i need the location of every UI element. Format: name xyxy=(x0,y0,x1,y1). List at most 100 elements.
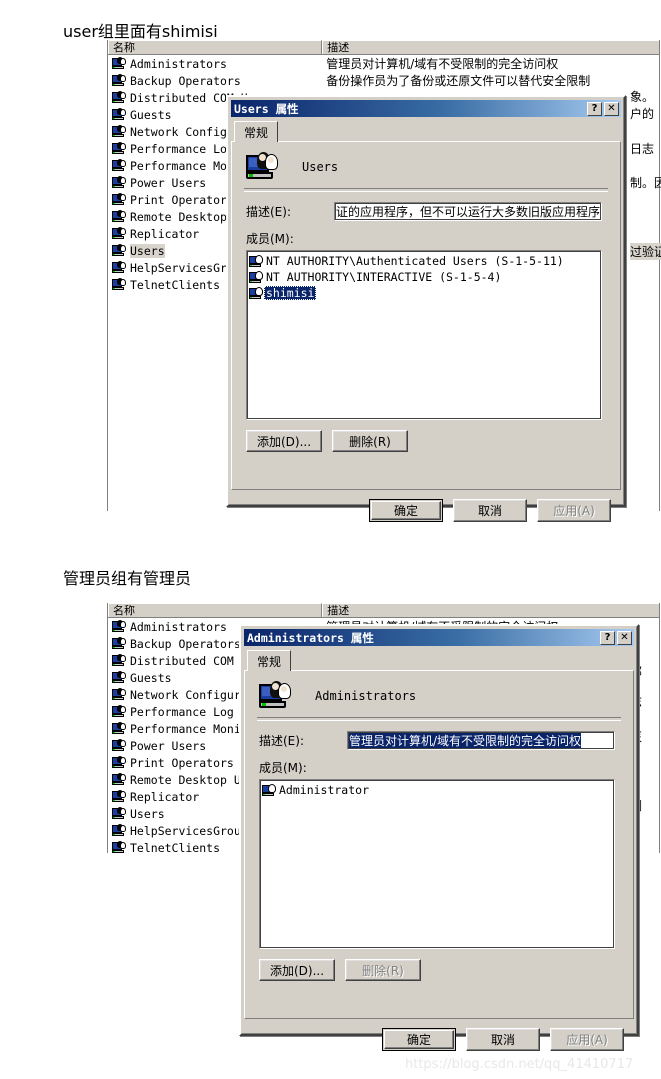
dialog-footer-1: 确定 取消 应用(A) xyxy=(231,490,621,522)
column-header-description-2[interactable]: 描述 xyxy=(322,603,659,617)
administrators-properties-dialog[interactable]: Administrators 属性 ? ✕ 常规 Administrators … xyxy=(239,624,639,1051)
group-icon xyxy=(246,152,280,182)
group-description-cell: 管理员对计算机/域有不受限制的完全访问权 xyxy=(326,57,559,71)
background-description-fragment: 制。因 xyxy=(630,176,661,190)
group-name-text: Power Users xyxy=(130,738,207,753)
member-list-item[interactable]: Administrator xyxy=(262,782,614,798)
user-icon xyxy=(249,270,264,284)
group-name-label-1: Users xyxy=(302,160,339,174)
dialog-title-suffix-2: 属性 xyxy=(350,630,374,645)
member-list-item[interactable]: NT AUTHORITY\Authenticated Users (S-1-5-… xyxy=(249,253,601,269)
member-name: Administrator xyxy=(279,783,370,797)
remove-member-button-1[interactable]: 删除(R) xyxy=(332,430,408,452)
apply-button-1: 应用(A) xyxy=(537,499,611,522)
column-header-name[interactable]: 名称 xyxy=(108,40,323,54)
members-listbox-1[interactable]: NT AUTHORITY\Authenticated Users (S-1-5-… xyxy=(246,250,602,420)
users-properties-dialog[interactable]: Users 属性 ? ✕ 常规 Users 描述(E): 证的应用程序，但不可以… xyxy=(226,95,626,522)
column-header-name-2[interactable]: 名称 xyxy=(108,603,323,617)
group-icon xyxy=(112,142,127,155)
members-label-1: 成员(M): xyxy=(246,232,294,246)
group-name-label-2: Administrators xyxy=(315,689,417,703)
group-name-text: TelnetClients xyxy=(130,840,221,855)
dialog-title-name-2: Administrators xyxy=(247,630,344,645)
group-name-text: Print Operators xyxy=(130,755,234,770)
group-name-text: Print Operators xyxy=(130,192,234,207)
member-list-item[interactable]: shimisi xyxy=(249,285,601,301)
description-input-2[interactable]: 管理员对计算机/域有不受限制的完全访问权 xyxy=(347,731,615,750)
background-description-fragment: 象。 xyxy=(630,90,655,104)
tab-general-1[interactable]: 常规 xyxy=(234,121,279,142)
apply-button-2: 应用(A) xyxy=(550,1028,624,1051)
members-listbox-2[interactable]: Administrator xyxy=(259,779,615,949)
group-icon xyxy=(112,210,127,223)
group-name-text: Replicator xyxy=(130,789,200,804)
group-name-text: Replicator xyxy=(130,226,200,241)
group-icon xyxy=(112,807,127,820)
user-icon xyxy=(249,286,264,300)
member-name: shimisi xyxy=(264,286,317,300)
close-icon[interactable]: ✕ xyxy=(617,630,632,645)
help-icon[interactable]: ? xyxy=(587,101,602,116)
tabpage-general-2: Administrators 描述(E): 管理员对计算机/域有不受限制的完全访… xyxy=(244,670,634,1019)
group-icon xyxy=(112,756,127,769)
group-name-text: Backup Operators xyxy=(130,73,241,88)
help-icon[interactable]: ? xyxy=(600,630,615,645)
group-icon xyxy=(112,74,127,87)
member-buttons-2: 添加(D)... 删除(R) xyxy=(259,959,633,981)
list-header-1: 名称 描述 xyxy=(108,40,659,55)
dialog-titlebar-1[interactable]: Users 属性 ? ✕ xyxy=(231,100,621,117)
description-input-1[interactable]: 证的应用程序，但不可以运行大多数旧版应用程序 xyxy=(334,202,602,221)
tab-general-2[interactable]: 常规 xyxy=(247,650,292,671)
close-icon[interactable]: ✕ xyxy=(604,101,619,116)
ok-button-1[interactable]: 确定 xyxy=(369,499,443,522)
group-icon xyxy=(112,227,127,240)
dialog-title-1: Users 属性 xyxy=(234,101,585,117)
members-label-2: 成员(M): xyxy=(259,761,307,775)
group-name-text: Administrators xyxy=(130,619,227,634)
description-value-2: 管理员对计算机/域有不受限制的完全访问权 xyxy=(349,732,582,749)
group-name-text: Backup Operators xyxy=(130,636,241,651)
dialog-titlebar-2[interactable]: Administrators 属性 ? ✕ xyxy=(244,629,634,646)
group-icon xyxy=(112,193,127,206)
dialog-footer-2: 确定 取消 应用(A) xyxy=(244,1019,634,1051)
member-list-item[interactable]: NT AUTHORITY\INTERACTIVE (S-1-5-4) xyxy=(249,269,601,285)
section-2-caption: 管理员组有管理员 xyxy=(63,569,192,588)
add-member-button-1[interactable]: 添加(D)... xyxy=(246,430,322,452)
group-icon xyxy=(112,176,127,189)
group-icon xyxy=(112,125,127,138)
table-row[interactable]: Administrators 管理员对计算机/域有不受限制的完全访问权 xyxy=(108,55,659,72)
dialog-title-name-1: Users xyxy=(234,101,269,116)
member-name: NT AUTHORITY\INTERACTIVE (S-1-5-4) xyxy=(266,270,502,284)
dialog-title-2: Administrators 属性 xyxy=(247,630,598,646)
group-icon xyxy=(112,278,127,291)
group-icon xyxy=(112,671,127,684)
tabstrip-2: 常规 xyxy=(244,650,634,671)
ok-button-label-2: 确定 xyxy=(384,1030,454,1049)
group-name-cell: Administrators xyxy=(108,57,322,71)
group-icon xyxy=(112,654,127,667)
ok-button-2[interactable]: 确定 xyxy=(382,1028,456,1051)
description-row-1: 描述(E): 证的应用程序，但不可以运行大多数旧版应用程序 xyxy=(246,202,620,221)
column-header-description[interactable]: 描述 xyxy=(322,40,659,54)
description-row-2: 描述(E): 管理员对计算机/域有不受限制的完全访问权 xyxy=(259,731,633,750)
group-name-text: Users xyxy=(130,243,165,258)
cancel-button-2[interactable]: 取消 xyxy=(466,1028,540,1051)
group-icon xyxy=(112,244,127,257)
group-icon xyxy=(112,722,127,735)
group-icon xyxy=(112,790,127,803)
tabpage-general-1: Users 描述(E): 证的应用程序，但不可以运行大多数旧版应用程序 成员(M… xyxy=(231,141,621,490)
add-member-button-2[interactable]: 添加(D)... xyxy=(259,959,335,981)
group-name-text: Guests xyxy=(130,107,172,122)
member-name: NT AUTHORITY\Authenticated Users (S-1-5-… xyxy=(266,254,564,268)
divider-1 xyxy=(244,188,608,192)
background-description-fragment: 户的 xyxy=(630,107,655,121)
cancel-button-1[interactable]: 取消 xyxy=(453,499,527,522)
dialog-title-suffix-1: 属性 xyxy=(275,101,299,116)
group-icon xyxy=(259,681,293,711)
user-icon xyxy=(249,254,264,268)
group-description-cell: 备份操作员为了备份或还原文件可以替代安全限制 xyxy=(326,74,591,88)
user-icon xyxy=(262,783,277,797)
group-icon xyxy=(112,91,127,104)
description-label-2: 描述(E): xyxy=(259,734,304,748)
table-row[interactable]: Backup Operators 备份操作员为了备份或还原文件可以替代安全限制 xyxy=(108,72,659,89)
